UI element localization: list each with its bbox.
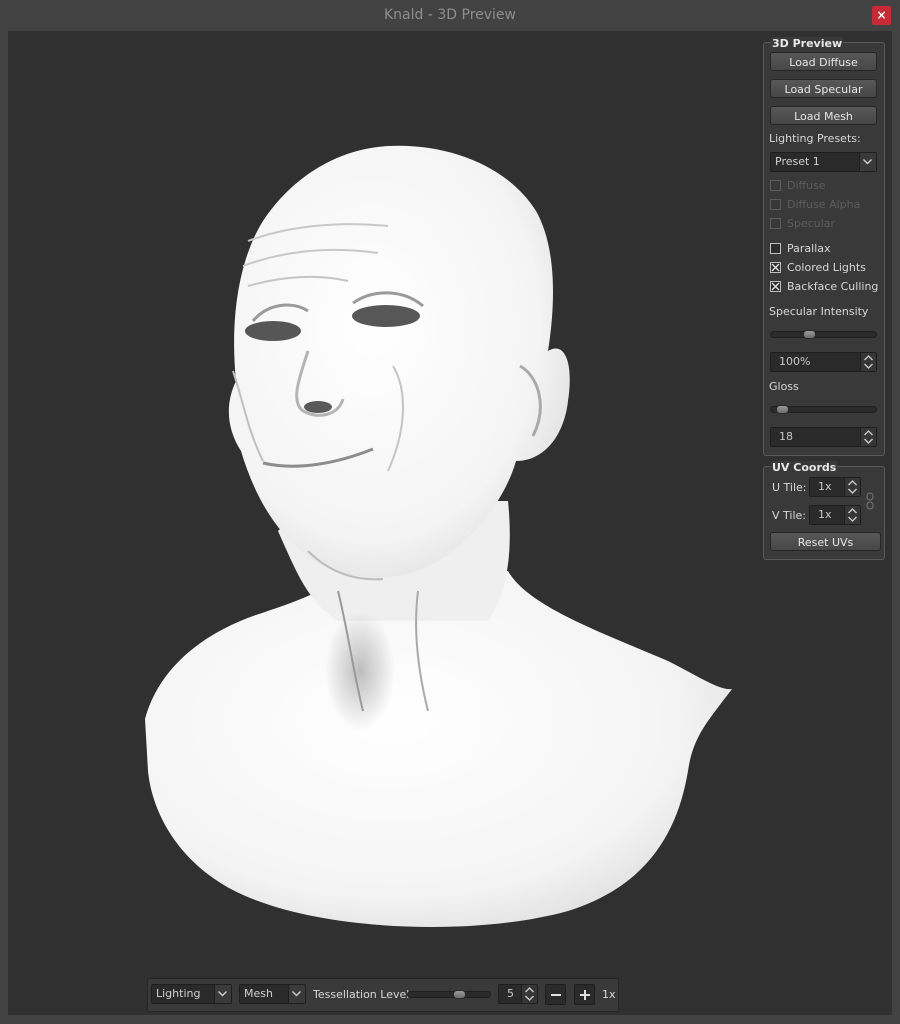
checkbox-label: Diffuse Alpha [787, 198, 861, 211]
spin-arrows[interactable] [860, 353, 876, 371]
slider-handle[interactable] [453, 990, 466, 999]
link-chain-icon[interactable] [865, 492, 875, 510]
group-title-3d-preview: 3D Preview [771, 37, 844, 50]
specular-intensity-slider[interactable] [770, 330, 877, 339]
checkbox-label: Diffuse [787, 179, 826, 192]
3d-viewport[interactable]: 3D Preview Load Diffuse Load Specular Lo… [8, 31, 892, 1015]
spin-arrows[interactable] [844, 506, 860, 524]
bust-torso [145, 571, 732, 928]
bust-head [228, 145, 570, 578]
tessellation-slider[interactable] [407, 990, 491, 999]
right-eye [352, 305, 420, 327]
close-button[interactable]: × [872, 6, 891, 25]
plus-icon [580, 990, 590, 1000]
spin-arrows[interactable] [844, 478, 860, 496]
view-mode-select[interactable]: Lighting [151, 984, 232, 1004]
view-mode-value: Lighting [156, 987, 201, 1000]
uv-coords-group: UV Coords U Tile: 1x V Tile: 1x Reset UV… [763, 461, 885, 560]
checkbox-box [770, 262, 781, 273]
viewport-toolbar: Lighting Mesh Tessellation Level: 5 1x [147, 978, 619, 1012]
checkbox-box [770, 243, 781, 254]
chevron-down-icon [214, 985, 231, 1003]
checkbox-box [770, 199, 781, 210]
checkbox-label: Parallax [787, 242, 831, 255]
spin-arrows[interactable] [860, 428, 876, 446]
checkbox-box [770, 180, 781, 191]
u-tile-spinbox[interactable]: 1x [809, 477, 861, 497]
left-eye [245, 321, 301, 341]
zoom-in-button[interactable] [574, 984, 595, 1005]
v-tile-spinbox[interactable]: 1x [809, 505, 861, 525]
checkbox-label: Specular [787, 217, 836, 230]
display-mode-value: Mesh [244, 987, 273, 1000]
specular-intensity-spinbox[interactable]: 100% [770, 352, 877, 372]
v-tile-value: 1x [818, 508, 832, 521]
group-title-uv-coords: UV Coords [771, 461, 838, 474]
specular-intensity-value: 100% [779, 355, 811, 368]
display-mode-select[interactable]: Mesh [239, 984, 306, 1004]
3d-preview-group: 3D Preview Load Diffuse Load Specular Lo… [763, 37, 885, 456]
window-title: Knald - 3D Preview [384, 7, 516, 23]
v-tile-label: V Tile: [772, 509, 806, 522]
gloss-label: Gloss [769, 380, 799, 393]
tessellation-value: 5 [507, 987, 514, 1000]
zoom-level: 1x [602, 988, 616, 1001]
tessellation-spinbox[interactable]: 5 [498, 984, 538, 1004]
slider-handle[interactable] [776, 405, 789, 414]
lighting-presets-value: Preset 1 [775, 155, 820, 168]
title-bar: Knald - 3D Preview × [0, 0, 900, 30]
gloss-spinbox[interactable]: 18 [770, 427, 877, 447]
checkbox-label: Backface Culling [787, 280, 879, 293]
lighting-presets-select[interactable]: Preset 1 [770, 152, 877, 172]
chevron-down-icon [859, 153, 876, 171]
zoom-out-button[interactable] [545, 984, 566, 1005]
nose [304, 401, 332, 413]
load-specular-button[interactable]: Load Specular [770, 79, 877, 98]
checkbox-label: Colored Lights [787, 261, 866, 274]
gloss-slider[interactable] [770, 405, 877, 414]
gloss-value: 18 [779, 430, 793, 443]
tessellation-level-label: Tessellation Level: [313, 988, 414, 1001]
reset-uvs-button[interactable]: Reset UVs [770, 532, 881, 551]
load-diffuse-button[interactable]: Load Diffuse [770, 52, 877, 71]
chevron-down-icon [288, 985, 305, 1003]
checkbox-box [770, 218, 781, 229]
minus-icon [551, 994, 561, 996]
slider-handle[interactable] [803, 330, 816, 339]
mesh-render [145, 145, 732, 928]
u-tile-value: 1x [818, 480, 832, 493]
lighting-presets-label: Lighting Presets: [769, 132, 861, 145]
checkbox-box [770, 281, 781, 292]
spin-arrows[interactable] [521, 985, 537, 1003]
load-mesh-button[interactable]: Load Mesh [770, 106, 877, 125]
u-tile-label: U Tile: [772, 481, 807, 494]
specular-intensity-label: Specular Intensity [769, 305, 869, 318]
